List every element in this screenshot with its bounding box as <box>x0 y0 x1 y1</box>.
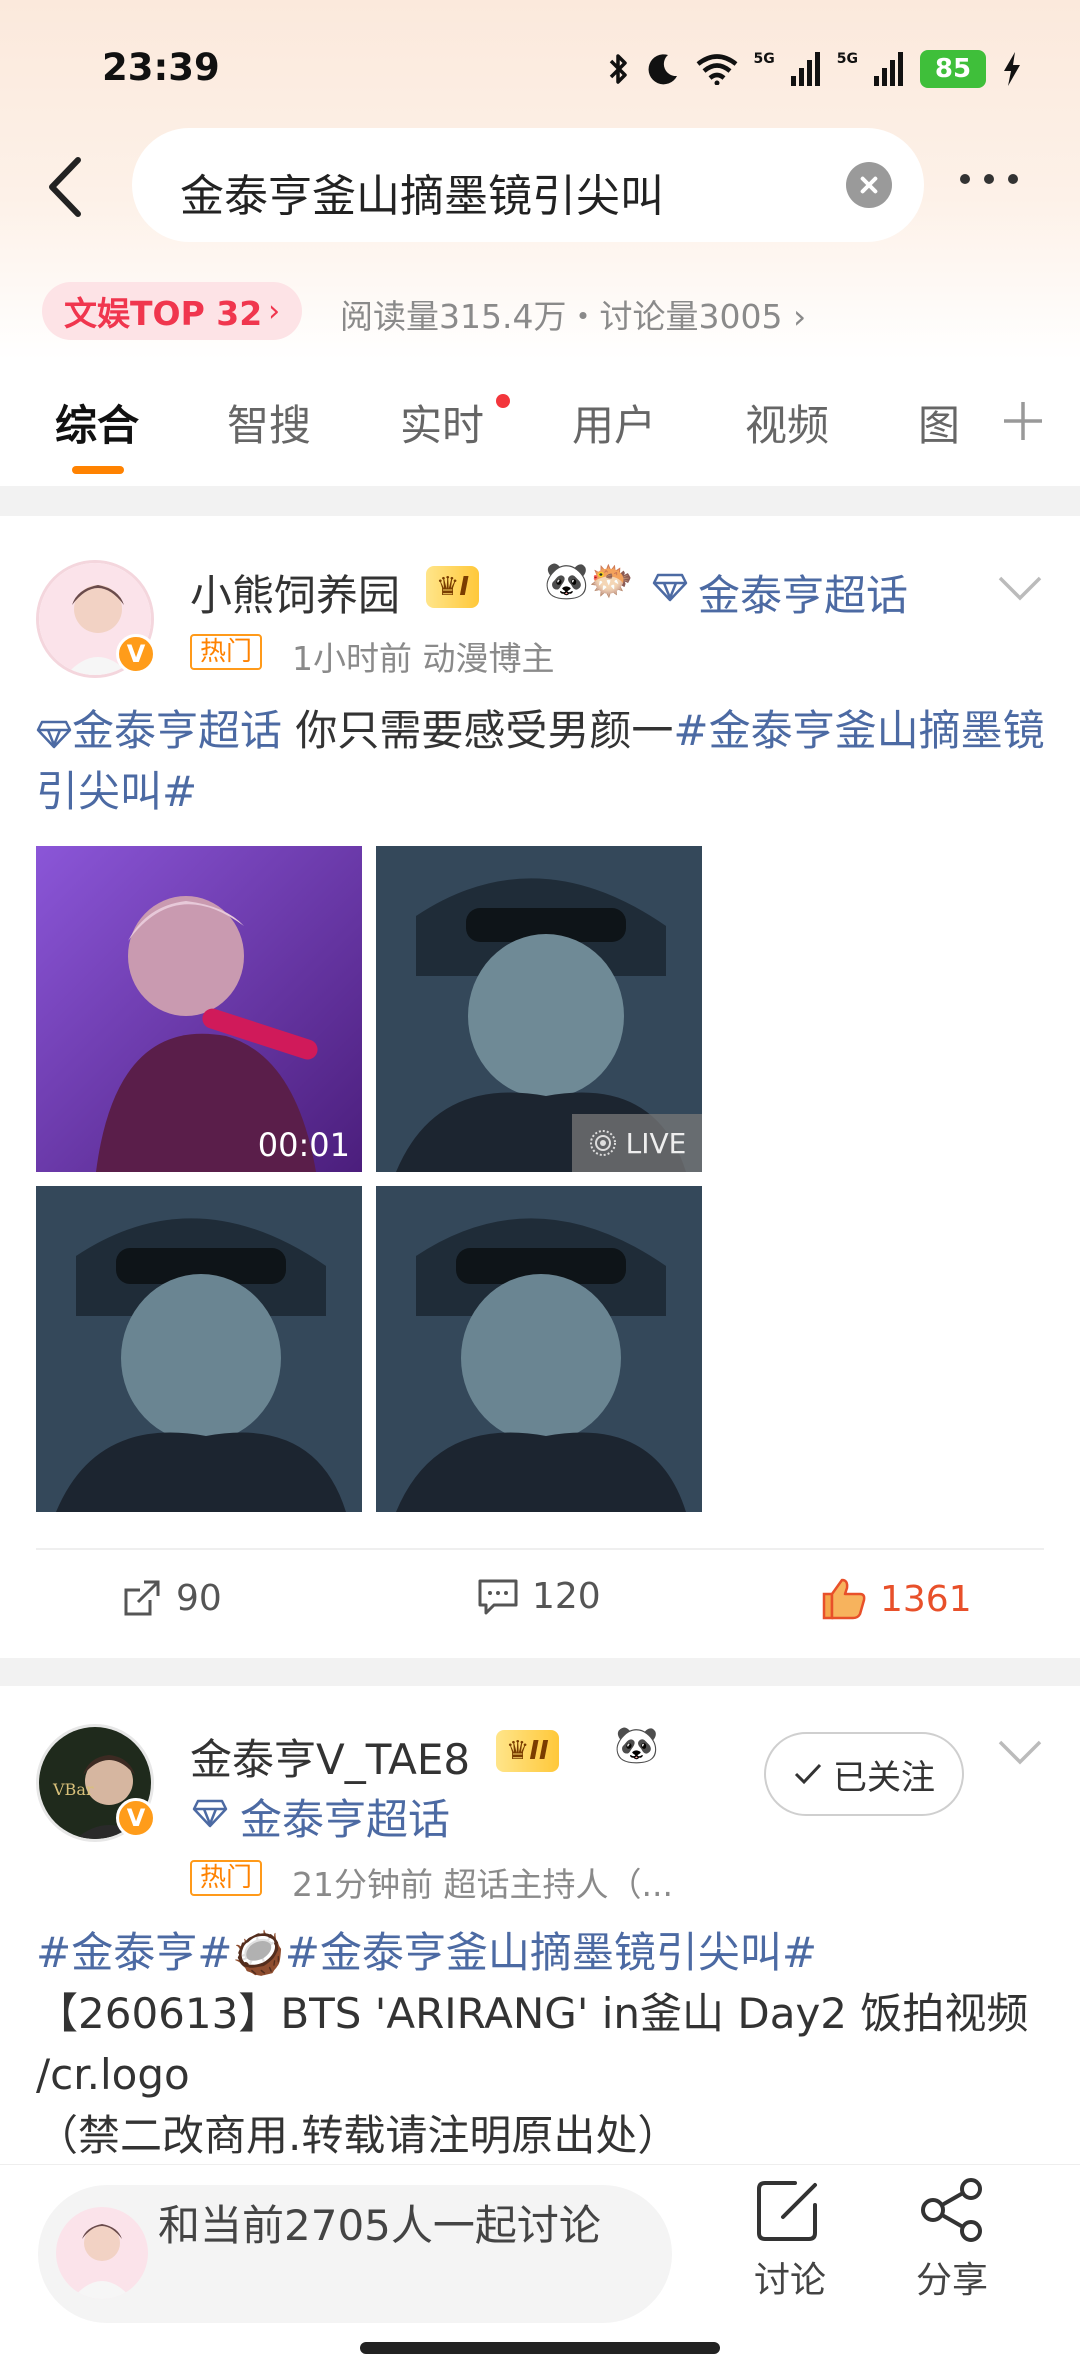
share-icon <box>124 1580 160 1616</box>
signal-icon <box>790 52 820 86</box>
post-line-3: /cr.logo <box>36 2050 190 2099</box>
wifi-icon <box>696 54 737 85</box>
like-button[interactable]: 1361 <box>820 1576 972 1622</box>
home-indicator[interactable] <box>360 2342 720 2354</box>
level-badge-text: II <box>529 1736 549 1766</box>
thumbs-up-icon <box>822 1578 866 1620</box>
super-topic-link[interactable]: 金泰亨超话 <box>240 1786 450 1847</box>
post-line-4: （禁二改商用.转载请注明原出处） <box>36 2111 680 2160</box>
video-thumbnail[interactable]: 00:01 <box>36 846 362 1172</box>
battery-icon: 85 <box>920 50 986 88</box>
tab-images[interactable]: 图 <box>918 392 960 453</box>
username[interactable]: 小熊饲养园 <box>190 562 400 623</box>
post-action-bar: 90 120 1361 <box>36 1548 1044 1658</box>
network-label-2: 5G <box>836 51 858 67</box>
status-time: 23:39 <box>102 46 220 89</box>
discuss-button[interactable]: 讨论 <box>730 2177 850 2303</box>
live-label: LIVE <box>625 1126 687 1160</box>
chevron-right-icon: › <box>268 293 281 329</box>
check-icon <box>794 1763 822 1785</box>
tab-comprehensive[interactable]: 综合 <box>55 392 139 453</box>
discuss-prompt: 和当前2705人一起讨论 <box>158 2201 601 2250</box>
tab-realtime[interactable]: 实时 <box>400 392 484 453</box>
chevron-down-icon[interactable] <box>996 1738 1044 1768</box>
post-meta: 21分钟前 超话主持人（... <box>292 1865 673 1904</box>
tab-users[interactable]: 用户 <box>572 392 656 453</box>
follow-button[interactable]: 已关注 <box>764 1732 964 1816</box>
crown-level-icon: ♛ II <box>496 1730 559 1772</box>
super-topic-link[interactable]: 金泰亨超话 <box>698 562 908 623</box>
rank-badge[interactable]: 文娱TOP 32 › <box>42 282 303 340</box>
comment-button[interactable]: 120 <box>476 1576 601 1617</box>
svg-text:VBar: VBar <box>52 1780 94 1799</box>
moon-icon <box>648 54 677 85</box>
status-bar: 23:39 5G 5G 85 <box>0 0 1080 140</box>
signal-icon <box>874 52 903 86</box>
add-tab-icon[interactable] <box>998 396 1048 446</box>
live-photo-badge: LIVE <box>572 1114 702 1172</box>
separator <box>0 1658 1080 1686</box>
back-icon[interactable] <box>38 152 96 222</box>
post-meta: 1小时前 动漫博主 <box>292 639 555 678</box>
avatar <box>56 2207 148 2299</box>
discuss-input[interactable]: 和当前2705人一起讨论 <box>38 2185 672 2323</box>
share-label: 分享 <box>915 2260 988 2301</box>
tab-underline <box>72 466 124 474</box>
network-label-1: 5G <box>753 51 775 67</box>
repost-button[interactable]: 90 <box>120 1576 222 1620</box>
hashtag-link[interactable]: #金泰亨# <box>36 1928 232 1977</box>
compose-icon <box>757 2181 817 2241</box>
like-count: 1361 <box>880 1578 972 1620</box>
more-icon[interactable] <box>960 174 1018 184</box>
rank-label: 文娱TOP 32 <box>64 294 263 333</box>
post-image[interactable] <box>36 1186 362 1512</box>
hashtag-link[interactable]: #金泰亨釜山摘墨镜引尖叫# <box>285 1928 817 1977</box>
status-icons: 5G 5G 85 <box>608 50 1022 88</box>
diamond-icon <box>36 720 72 748</box>
crown-level-icon: ♛ I <box>426 566 479 608</box>
tab-videos[interactable]: 视频 <box>745 392 829 453</box>
separator <box>0 486 1080 516</box>
diamond-icon <box>192 1799 228 1828</box>
comment-count: 120 <box>532 1576 601 1617</box>
repost-count: 90 <box>176 1577 222 1619</box>
level-badge-text: I <box>459 572 469 602</box>
emoji-badges: 🐼 <box>614 1725 659 1766</box>
post-body: 你只需要感受男颜一 <box>282 706 674 755</box>
post-text: 金泰亨超话 你只需要感受男颜一#金泰亨釜山摘墨镜引尖叫# <box>36 700 1046 822</box>
post-image[interactable] <box>376 1186 702 1512</box>
bluetooth-icon <box>609 54 627 84</box>
share-nodes-icon <box>921 2178 982 2242</box>
hot-tag: 热门 <box>190 634 263 670</box>
video-duration: 00:01 <box>257 1126 350 1164</box>
verified-badge-icon: V <box>116 1798 156 1838</box>
post-image[interactable]: LIVE <box>376 846 702 1172</box>
charging-icon <box>1004 52 1020 86</box>
topic-stats[interactable]: 阅读量315.4万・讨论量3005 › <box>340 290 806 338</box>
follow-label: 已关注 <box>833 1757 935 1798</box>
tab-smart-search[interactable]: 智搜 <box>227 392 311 453</box>
coconut-emoji: 🥥 <box>232 1928 285 1977</box>
post-line-1: #金泰亨#🥥#金泰亨釜山摘墨镜引尖叫# <box>36 1922 1046 1983</box>
emoji-badges: 🐼🐡 <box>544 561 634 602</box>
verified-badge-icon: V <box>116 634 156 674</box>
hot-tag: 热门 <box>190 1860 263 1896</box>
share-button[interactable]: 分享 <box>892 2177 1012 2303</box>
super-topic-link[interactable]: 金泰亨超话 <box>72 706 282 755</box>
search-query: 金泰亨釜山摘墨镜引尖叫 <box>180 171 664 222</box>
username[interactable]: 金泰亨V_TAE8 <box>190 1726 470 1787</box>
post-text: #金泰亨#🥥#金泰亨釜山摘墨镜引尖叫# 【260613】BTS 'ARIRANG… <box>36 1922 1046 2166</box>
live-photo-icon <box>589 1130 616 1156</box>
chevron-down-icon[interactable] <box>996 574 1044 604</box>
discuss-label: 讨论 <box>753 2260 826 2301</box>
post-line-2: 【260613】BTS 'ARIRANG' in釜山 Day2 饭拍视频 <box>36 1989 1029 2038</box>
search-tabs: 综合 智搜 实时 用户 视频 图 <box>0 372 1080 482</box>
notification-dot <box>496 394 510 408</box>
comment-icon <box>478 1579 518 1614</box>
search-input[interactable]: 金泰亨釜山摘墨镜引尖叫 <box>132 128 924 242</box>
diamond-icon <box>652 573 688 602</box>
clear-icon[interactable] <box>846 162 892 208</box>
